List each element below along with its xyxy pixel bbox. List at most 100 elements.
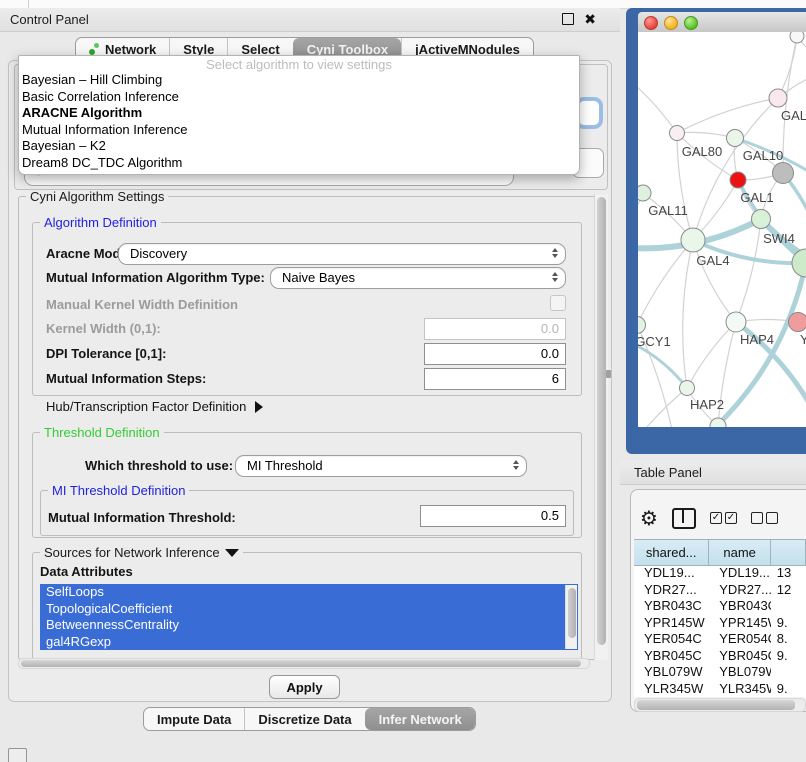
table-cell: YLR345W: [709, 681, 771, 698]
network-edge[interactable]: [638, 193, 643, 267]
network-edge[interactable]: [638, 77, 677, 133]
data-attributes-list[interactable]: SelfLoopsTopologicalCoefficientBetweenne…: [40, 584, 578, 650]
which-threshold-select[interactable]: MI Threshold: [235, 455, 527, 477]
tab-label: Infer Network: [379, 712, 462, 727]
settings-vertical-scrollbar[interactable]: [594, 194, 608, 660]
tab-impute-data[interactable]: Impute Data: [144, 708, 244, 730]
algorithm-option[interactable]: Dream8 DC_TDC Algorithm: [19, 155, 579, 172]
column-header[interactable]: shared...: [634, 540, 709, 565]
network-node-gal[interactable]: [769, 89, 787, 107]
close-window-icon[interactable]: [644, 16, 658, 30]
network-graph[interactable]: GALGAL80GAL10GAL1GAL11SWI4GAL4HAP4YGCY1H…: [638, 32, 806, 427]
manual-kernel-checkbox[interactable]: [550, 295, 566, 311]
attribute-list-item[interactable]: gal4RGexp: [40, 634, 578, 651]
zoom-window-icon[interactable]: [684, 16, 698, 30]
network-node[interactable]: [790, 32, 804, 43]
hub-definition-row[interactable]: Hub/Transcription Factor Definition: [46, 399, 263, 414]
table-cell: YBR045C: [709, 648, 771, 665]
table-panel-title: Table Panel: [634, 465, 702, 480]
node-attribute-table[interactable]: shared...name YDL19...YDL19...13YDR27...…: [634, 539, 806, 697]
expander-right-icon[interactable]: [255, 401, 263, 413]
network-edge[interactable]: [783, 36, 797, 173]
expander-down-icon[interactable]: [225, 549, 239, 557]
table-row[interactable]: YDL19...YDL19...13: [634, 565, 806, 582]
algorithm-option[interactable]: ARACNE Algorithm: [19, 105, 579, 122]
network-edge[interactable]: [677, 98, 778, 133]
mi-steps-field[interactable]: 6: [424, 368, 566, 390]
network-node[interactable]: [773, 163, 794, 184]
sources-title-row[interactable]: Sources for Network Inference: [40, 546, 243, 559]
table-cell: YBR045C: [634, 648, 709, 665]
network-window-titlebar[interactable]: [638, 12, 806, 33]
mi-type-select[interactable]: Naive Bayes: [270, 267, 566, 289]
network-node-gal1[interactable]: [730, 172, 746, 188]
show-columns-icon[interactable]: [672, 508, 696, 529]
tab-discretize-data[interactable]: Discretize Data: [244, 708, 364, 730]
column-header[interactable]: [771, 540, 806, 565]
attribute-list-item[interactable]: BetweennessCentrality: [40, 617, 578, 634]
table-horizontal-scrollbar[interactable]: [634, 698, 806, 712]
network-node-hap4[interactable]: [726, 312, 746, 332]
application-screen: Control Panel ✖ NetworkStyleSelectCyni T…: [0, 0, 806, 762]
table-cell: YLR345W: [634, 681, 709, 698]
algorithm-option[interactable]: Basic Correlation Inference: [19, 89, 579, 106]
algorithm-option[interactable]: Bayesian – K2: [19, 138, 579, 155]
apply-button[interactable]: Apply: [269, 675, 340, 699]
algorithm-option[interactable]: Bayesian – Hill Climbing: [19, 72, 579, 89]
node-label: HAP4: [740, 332, 774, 347]
table-row[interactable]: YLR345WYLR345W9.: [634, 681, 806, 698]
stepper-arrows-icon: [552, 248, 558, 258]
stepper-arrows-icon: [513, 460, 519, 470]
table-cell: [771, 664, 806, 681]
dropdown-placeholder: Select algorithm to view settings: [19, 57, 579, 72]
network-node-gal4[interactable]: [681, 228, 705, 252]
network-node-hap2[interactable]: [680, 381, 695, 396]
kernel-width-value: 0.0: [541, 321, 559, 336]
attribute-list-item[interactable]: TopologicalCoefficient: [40, 601, 578, 618]
algorithm-option[interactable]: Mutual Information Inference: [19, 122, 579, 139]
tab-label: Discretize Data: [258, 712, 351, 727]
dpi-tolerance-field[interactable]: 0.0: [424, 343, 566, 365]
close-panel-icon[interactable]: ✖: [584, 12, 596, 26]
network-node-y[interactable]: [789, 313, 806, 332]
network-edge[interactable]: [736, 219, 761, 322]
aracne-mode-select[interactable]: Discovery: [118, 243, 566, 265]
mi-type-label: Mutual Information Algorithm Type:: [46, 270, 265, 285]
table-row[interactable]: YDR27...YDR27...12: [634, 582, 806, 599]
deselect-all-columns-icon[interactable]: [751, 512, 778, 524]
table-cell: [771, 598, 806, 615]
table-row[interactable]: YER054CYER054C8.: [634, 631, 806, 648]
network-node-gal80[interactable]: [670, 126, 685, 141]
network-edge[interactable]: [683, 240, 693, 388]
table-row[interactable]: YBR045CYBR045C9.: [634, 648, 806, 665]
table-cell: YBL079W: [709, 664, 771, 681]
network-view-canvas[interactable]: GALGAL80GAL10GAL1GAL11SWI4GAL4HAP4YGCY1H…: [638, 32, 806, 427]
table-row[interactable]: YBL079WYBL079W: [634, 664, 806, 681]
kernel-width-field[interactable]: 0.0: [424, 318, 566, 340]
select-all-columns-icon[interactable]: ✓✓: [710, 512, 737, 524]
table-row[interactable]: YPR145WYPR145W9.: [634, 615, 806, 632]
network-node-gal11[interactable]: [638, 185, 651, 201]
network-node-swi4[interactable]: [752, 210, 771, 229]
minimize-window-icon[interactable]: [664, 16, 678, 30]
mi-threshold-field[interactable]: 0.5: [420, 505, 566, 527]
algorithm-dropdown: Select algorithm to view settings Bayesi…: [18, 55, 580, 175]
network-node-gcy1[interactable]: [638, 317, 646, 334]
tab-infer-network[interactable]: Infer Network: [365, 708, 475, 730]
node-label: Y: [800, 332, 806, 347]
mi-threshold-label: Mutual Information Threshold:: [48, 510, 236, 525]
network-edge[interactable]: [638, 240, 693, 325]
attribute-list-item[interactable]: SelfLoops: [40, 584, 578, 601]
list-vertical-scrollbar[interactable]: [565, 585, 577, 649]
minimized-panel-icon[interactable]: [8, 748, 27, 762]
settings-horizontal-scrollbar[interactable]: [18, 658, 590, 669]
splitter-handle[interactable]: [606, 370, 611, 378]
column-header[interactable]: name: [709, 540, 770, 565]
float-panel-icon[interactable]: [562, 13, 574, 25]
node-label: GAL10: [743, 148, 783, 163]
network-node-gal10[interactable]: [727, 130, 744, 147]
focused-button-fragment[interactable]: [578, 100, 600, 126]
table-row[interactable]: YBR043CYBR043C: [634, 598, 806, 615]
gear-icon[interactable]: ⚙: [640, 508, 658, 528]
table-cell: 8.: [771, 631, 806, 648]
